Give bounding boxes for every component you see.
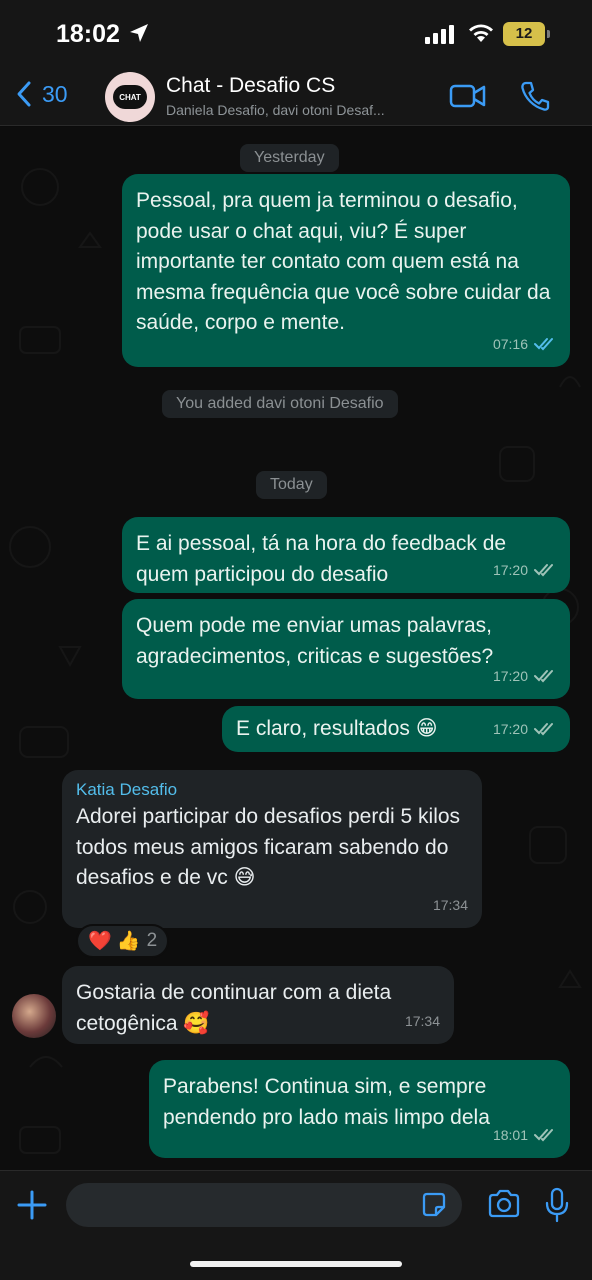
location-arrow-icon [130,24,148,42]
unread-count: 30 [42,80,68,107]
microphone-icon[interactable] [545,1187,569,1223]
chat-header: 30 CHAT Chat - Desafio CS Daniela Desafi… [0,70,592,126]
wifi-icon [469,24,493,42]
double-check-icon [534,669,553,683]
reaction-emojis: ❤️ 👍 [88,931,141,952]
chat-area[interactable]: Yesterday Pessoal, pra quem ja terminou … [0,127,592,1170]
message-meta: 17:20 [493,555,556,586]
back-chevron-icon [17,81,31,107]
plus-icon[interactable] [16,1189,48,1221]
battery-tip [547,30,550,38]
message-time: 17:20 [492,667,528,684]
status-bar: 18:02 12 [0,0,592,70]
message-bubble-incoming[interactable]: Katia Desafio Adorei participar do desaf… [62,770,482,928]
message-bubble-outgoing[interactable]: Pessoal, pra quem ja terminou o desafio,… [122,174,570,367]
message-time: 17:34 [432,896,468,913]
message-bubble-incoming[interactable]: Gostaria de continuar com a dieta cetogê… [62,966,454,1044]
date-divider-yesterday: Yesterday [240,144,339,172]
camera-icon[interactable] [487,1189,521,1219]
avatar-logo: CHAT [113,85,147,109]
sender-avatar[interactable] [12,994,56,1038]
signal-icon [425,25,454,44]
reaction-count: 2 [146,930,158,951]
home-indicator [190,1261,402,1267]
message-time: 17:20 [492,561,528,578]
message-meta: 07:16 [493,329,556,360]
group-avatar[interactable]: CHAT [105,72,155,122]
message-input[interactable] [66,1183,462,1227]
sender-name[interactable]: Katia Desafio [76,778,468,802]
battery-level: 12 [515,25,533,42]
date-divider-today: Today [256,471,327,499]
double-check-icon [534,563,553,577]
message-text: Gostaria de continuar com a dieta cetogê… [76,981,392,1035]
sticker-icon[interactable] [420,1191,448,1219]
double-check-icon [534,1128,553,1142]
message-text: Pessoal, pra quem ja terminou o desafio,… [136,189,551,334]
phone-icon[interactable] [520,80,550,112]
message-bubble-outgoing[interactable]: E ai pessoal, tá na hora do feedback de … [122,517,570,593]
message-meta: 18:01 [493,1120,556,1151]
message-meta: 17:20 [493,714,556,745]
chat-title[interactable]: Chat - Desafio CS [166,74,335,98]
video-call-icon[interactable] [449,82,487,110]
message-meta: 17:34 [433,890,468,921]
message-time: 17:20 [492,720,528,737]
message-time: 07:16 [492,335,528,352]
message-time: 17:34 [404,1012,440,1029]
message-text: Adorei participar do desafios perdi 5 ki… [76,805,461,889]
reaction-badge[interactable]: ❤️ 👍 2 [76,924,170,958]
system-message: You added davi otoni Desafio [162,390,398,418]
message-meta: 17:20 [493,661,556,692]
back-button[interactable]: 30 [16,80,68,108]
message-bubble-outgoing[interactable]: Parabens! Continua sim, e sempre pendend… [149,1060,570,1158]
message-bubble-outgoing[interactable]: E claro, resultados 😁 17:20 [222,706,570,752]
status-time: 18:02 [56,20,120,48]
double-check-icon [534,337,553,351]
message-time: 18:01 [492,1126,528,1143]
message-meta: 17:34 [405,1006,440,1037]
chat-participants[interactable]: Daniela Desafio, davi otoni Desaf... [166,102,446,118]
message-composer [0,1170,592,1280]
battery-icon: 12 [503,22,545,46]
double-check-icon [534,722,553,736]
message-bubble-outgoing[interactable]: Quem pode me enviar umas palavras, agrad… [122,599,570,699]
